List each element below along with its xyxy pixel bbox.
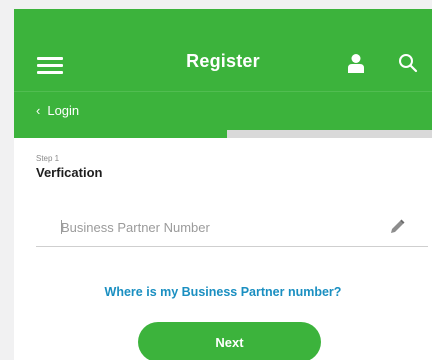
help-link[interactable]: Where is my Business Partner number? <box>14 285 432 299</box>
progress-bar <box>14 130 432 138</box>
progress-bar-fill <box>14 130 228 138</box>
pencil-icon[interactable] <box>388 218 406 236</box>
business-partner-field <box>36 212 428 247</box>
subnav-bar: ‹ Login <box>14 91 432 131</box>
back-label: Login <box>47 103 80 118</box>
user-icon[interactable] <box>347 53 365 73</box>
search-icon[interactable] <box>398 53 418 73</box>
page-title: Register <box>186 51 260 71</box>
app-header: Register <box>14 9 432 91</box>
back-to-login-link[interactable]: ‹ Login <box>36 103 79 118</box>
app-frame: Register ‹ Login Step 1 Verfication Wher… <box>14 9 432 360</box>
chevron-left-icon: ‹ <box>36 103 41 118</box>
business-partner-input[interactable] <box>36 212 401 242</box>
next-button[interactable]: Next <box>138 322 321 360</box>
step-label: Step 1 <box>36 154 60 163</box>
step-title: Verfication <box>36 165 103 180</box>
